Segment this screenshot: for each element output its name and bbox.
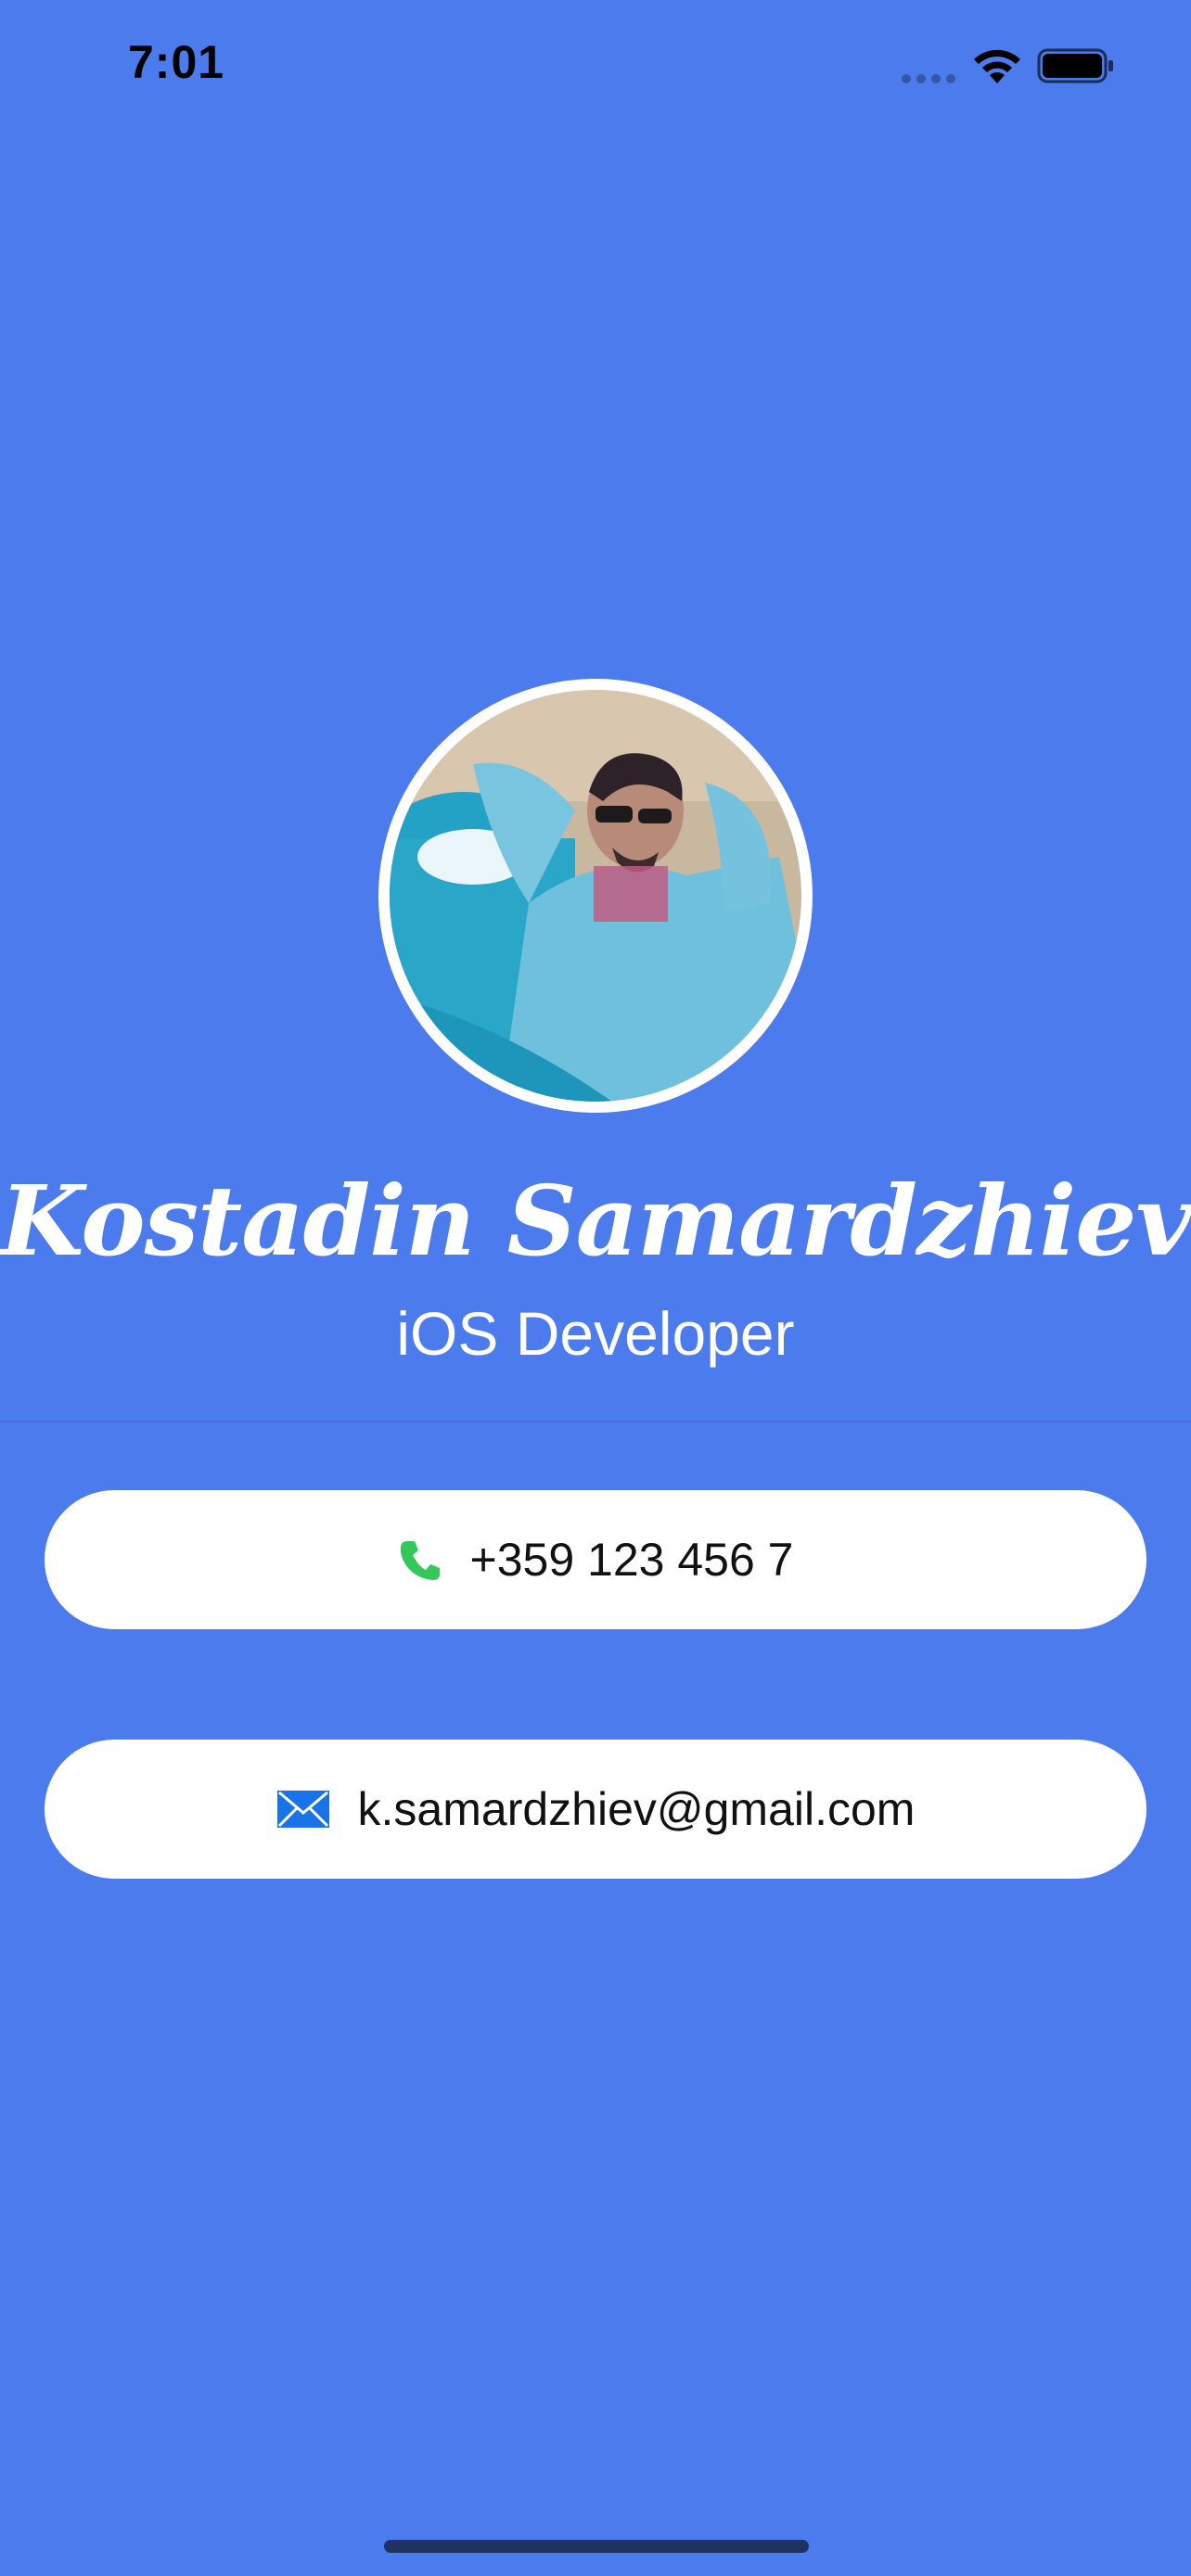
home-indicator[interactable] bbox=[384, 2540, 809, 2553]
envelope-icon bbox=[276, 1790, 330, 1829]
phone-button[interactable]: +359 123 456 7 bbox=[45, 1490, 1146, 1629]
phone-number: +359 123 456 7 bbox=[469, 1534, 794, 1586]
wifi-icon bbox=[971, 46, 1023, 85]
profile-photo-frame bbox=[378, 679, 813, 1113]
battery-icon bbox=[1037, 48, 1115, 83]
profile-name: Kostadin Samardzhiev bbox=[0, 1164, 1191, 1278]
status-bar: 7:01 bbox=[0, 0, 1191, 130]
status-time: 7:01 bbox=[128, 36, 225, 88]
divider bbox=[0, 1421, 1191, 1422]
profile-photo bbox=[390, 690, 801, 1102]
cellular-signal-icon bbox=[902, 74, 955, 83]
email-button[interactable]: k.samardzhiev@gmail.com bbox=[45, 1740, 1146, 1879]
email-address: k.samardzhiev@gmail.com bbox=[357, 1783, 916, 1835]
phone-icon bbox=[398, 1537, 442, 1582]
profile-title: iOS Developer bbox=[396, 1299, 795, 1368]
